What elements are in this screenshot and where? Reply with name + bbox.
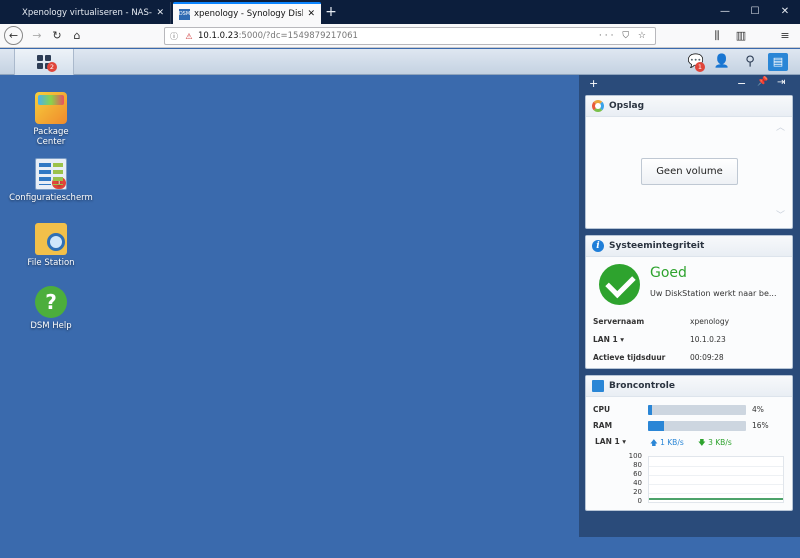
download-value: 3 KB/s	[708, 438, 732, 447]
info-icon: i	[592, 240, 604, 252]
desktop-icon-file-station[interactable]: File Station	[6, 223, 96, 268]
y-tick: 80	[633, 461, 642, 469]
network-graph	[648, 456, 784, 503]
lan-ip-value: 10.1.0.23	[690, 335, 726, 344]
widgets-toggle-icon[interactable]: ▤	[768, 53, 788, 71]
widget-panel-toolbar: + − 📌 ⇥	[579, 75, 800, 95]
y-tick: 100	[628, 452, 642, 460]
ram-bar-fill	[648, 421, 664, 431]
servername-label: Servernaam	[593, 317, 645, 326]
ram-percent: 16%	[752, 421, 769, 430]
widget-broncontrole: Broncontrole CPU 4% RAM 16% LAN 1 ▾ 🡅 1 …	[585, 375, 793, 511]
widget-panel: + − 📌 ⇥ Opslag ︿ Geen volume ﹀ i Systeem…	[579, 75, 800, 537]
widget-title: Opslag	[609, 101, 645, 111]
insecure-lock-icon[interactable]: ⚠	[183, 32, 195, 41]
desktop-icon-label: Configuratiescherm	[9, 193, 93, 203]
storage-icon	[592, 100, 604, 112]
download-rate: 🡇 3 KB/s	[698, 437, 732, 450]
geen-volume-button[interactable]: Geen volume	[641, 158, 738, 185]
widget-title: Systeemintegriteit	[609, 241, 705, 251]
add-widget-icon[interactable]: +	[589, 77, 598, 90]
y-tick: 0	[637, 497, 642, 505]
notifications-badge: 1	[695, 62, 705, 72]
url-host: 10.1.0.23	[198, 31, 239, 41]
lan-dropdown[interactable]: LAN 1 ▾	[595, 437, 626, 446]
user-icon[interactable]: 👤	[712, 53, 732, 71]
cpu-bar	[648, 405, 746, 415]
browser-nav-bar: ← → ↻ ⌂ ⓘ ⚠ 10.1.0.23:5000/?dc=154987921…	[0, 24, 800, 48]
cpu-percent: 4%	[752, 405, 764, 414]
lan-dropdown[interactable]: LAN 1 ▾	[593, 335, 624, 344]
info-icon[interactable]: ⓘ	[168, 31, 180, 42]
maximize-icon[interactable]: ☐	[740, 0, 770, 24]
desktop-icon-label: Package Center	[33, 127, 69, 147]
tab-title: xpenology - Synology DiskStation	[194, 9, 303, 19]
y-tick: 40	[633, 479, 642, 487]
browser-tab-xpenology-virtualiseren[interactable]: Xpenology virtualiseren - NAS-cur ✕	[16, 2, 171, 24]
home-icon[interactable]: ⌂	[68, 27, 86, 45]
upload-value: 1 KB/s	[660, 438, 684, 447]
new-tab-icon[interactable]: +	[322, 3, 340, 21]
download-arrow-icon: 🡇	[698, 438, 706, 447]
sidebar-icon[interactable]: ▥	[732, 27, 750, 45]
close-tab-icon[interactable]: ✕	[307, 9, 315, 19]
desktop-icon-label: File Station	[27, 258, 75, 268]
url-actions-icon[interactable]: ··· ⛉ ☆	[599, 28, 649, 44]
dsm-favicon-icon: DSM	[179, 8, 190, 20]
library-icon[interactable]: ⫼	[708, 27, 726, 45]
package-center-icon	[35, 92, 67, 124]
uptime-value: 00:09:28	[690, 353, 724, 362]
hamburger-menu-icon[interactable]: ≡	[776, 27, 794, 45]
cpu-bar-fill	[648, 405, 652, 415]
reload-icon[interactable]: ↻	[48, 27, 66, 45]
control-panel-icon: 1	[35, 158, 67, 190]
ram-bar	[648, 421, 746, 431]
upload-rate: 🡅 1 KB/s	[650, 437, 684, 450]
browser-tab-diskstation[interactable]: DSM xpenology - Synology DiskStation ✕	[173, 2, 321, 24]
main-menu-badge: 2	[47, 62, 57, 72]
window-close-icon[interactable]: ✕	[770, 0, 800, 24]
network-graph-line	[649, 498, 783, 500]
search-icon[interactable]: ⚲	[740, 53, 760, 71]
desktop-icon-configuratiescherm[interactable]: 1 Configuratiescherm	[6, 158, 96, 203]
widget-systeemintegriteit: i Systeemintegriteit Goed Uw DiskStation…	[585, 235, 793, 369]
scroll-down-icon[interactable]: ﹀	[776, 208, 785, 221]
scroll-up-icon[interactable]: ︿	[776, 120, 785, 133]
widget-header: Opslag	[586, 96, 792, 117]
help-icon: ?	[35, 286, 67, 318]
cpu-label: CPU	[593, 405, 611, 414]
widget-header: i Systeemintegriteit	[586, 236, 792, 257]
widget-title: Broncontrole	[609, 381, 675, 391]
collapse-icon[interactable]: −	[737, 77, 746, 90]
y-tick: 20	[633, 488, 642, 496]
servername-value: xpenology	[690, 317, 730, 326]
upload-arrow-icon: 🡅	[650, 438, 658, 447]
url-bar[interactable]: ⓘ ⚠ 10.1.0.23:5000/?dc=1549879217061 ···…	[164, 27, 656, 45]
status-ok-check-icon	[599, 264, 640, 305]
uptime-label: Actieve tijdsduur	[593, 353, 666, 362]
widget-opslag: Opslag ︿ Geen volume ﹀	[585, 95, 793, 229]
browser-tab-bar: Xpenology virtualiseren - NAS-cur ✕ DSM …	[0, 0, 800, 24]
tab-title: Xpenology virtualiseren - NAS-cur	[22, 8, 153, 18]
back-icon[interactable]: ←	[4, 26, 23, 45]
desktop-icon-label: DSM Help	[30, 321, 72, 331]
pin-icon[interactable]: 📌	[757, 77, 768, 87]
ram-label: RAM	[593, 421, 613, 430]
url-path: :5000/?dc=1549879217061	[238, 31, 358, 41]
forward-icon[interactable]: →	[28, 27, 46, 45]
control-panel-badge: 1	[52, 177, 66, 189]
widget-header: Broncontrole	[586, 376, 792, 397]
close-tab-icon[interactable]: ✕	[156, 8, 164, 18]
desktop-icon-package-center[interactable]: Package Center	[6, 92, 96, 147]
health-status: Goed	[650, 265, 687, 281]
file-station-icon	[35, 223, 67, 255]
main-menu-button[interactable]: 2	[14, 49, 74, 75]
health-message: Uw DiskStation werkt naar be...	[650, 289, 777, 298]
widget-settings-icon[interactable]: ⇥	[777, 77, 785, 88]
desktop-icon-dsm-help[interactable]: ? DSM Help	[6, 286, 96, 331]
dsm-taskbar: 2 💬 1 👤 ⚲ ▤	[0, 49, 800, 75]
y-tick: 60	[633, 470, 642, 478]
resource-monitor-icon	[592, 380, 604, 392]
minimize-icon[interactable]: —	[710, 0, 740, 24]
